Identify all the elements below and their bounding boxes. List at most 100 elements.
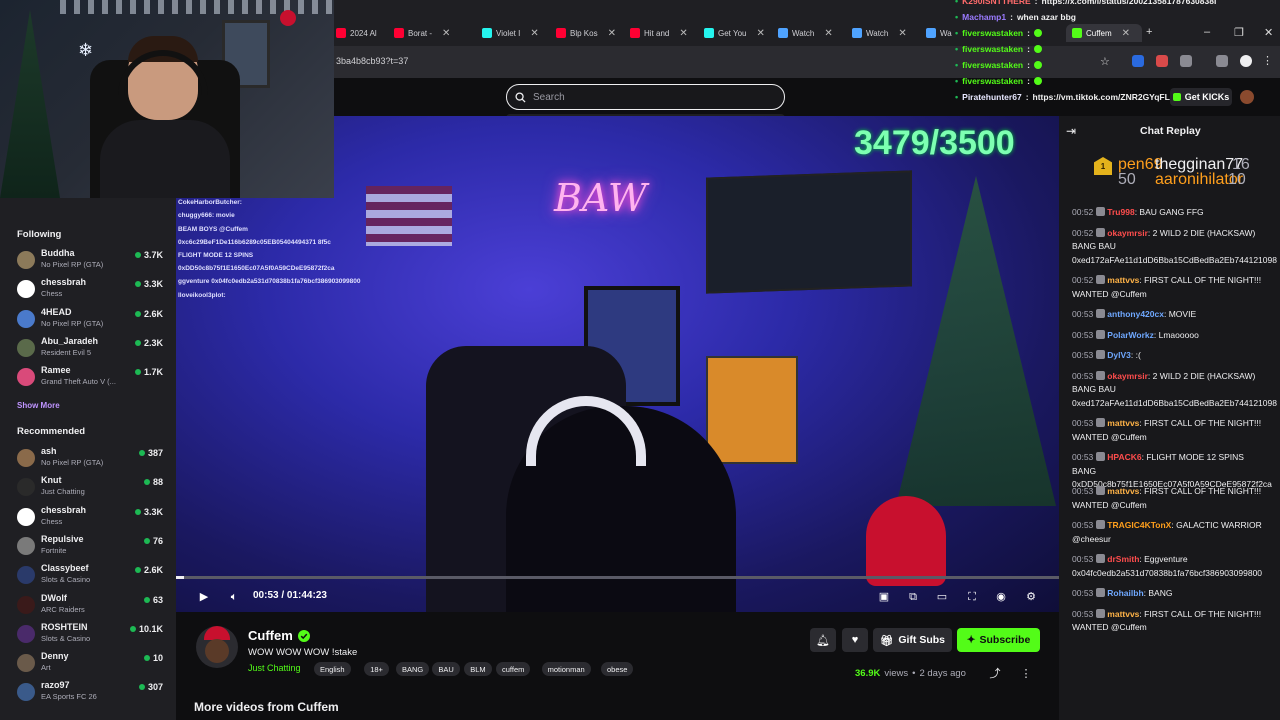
stream-tag[interactable]: BANG: [396, 662, 430, 676]
youtube-icon: [394, 28, 404, 38]
viewer-count: 387: [138, 448, 163, 458]
emote-icon: [1033, 61, 1042, 69]
close-tab-icon[interactable]: ✕: [608, 28, 616, 39]
bullet-icon: •: [955, 12, 959, 22]
channel-name: DWolf: [41, 592, 67, 603]
sidebar-channel[interactable]: Ramee Grand Theft Auto V (... 1.7K: [17, 365, 167, 393]
overlay-chat-line: • Machamp1: when azar bbg: [955, 12, 1076, 22]
view-count: 36.9K views • 2 days ago: [855, 668, 966, 679]
user-avatar[interactable]: [1240, 90, 1254, 104]
sidebar-channel[interactable]: DWolf ARC Raiders 63: [17, 593, 167, 621]
emote-icon: [1033, 45, 1042, 53]
close-tab-icon[interactable]: ✕: [442, 28, 450, 39]
pip-icon[interactable]: ▣: [878, 591, 890, 603]
clip-icon[interactable]: ⧉: [907, 591, 919, 603]
channel-avatar: [17, 566, 35, 585]
stream-tag[interactable]: cuffem: [496, 662, 531, 676]
sidebar-channel[interactable]: ROSHTEIN Slots & Casino 10.1K: [17, 622, 167, 650]
gift-subs-button[interactable]: 🎁︎ Gift Subs: [873, 628, 952, 652]
chat-username[interactable]: DylV3: [1107, 350, 1131, 360]
chat-username[interactable]: Rohailbh: [1107, 588, 1143, 598]
browser-tab-4[interactable]: Blp Kos ✕: [556, 24, 626, 42]
stream-tag[interactable]: motionman: [541, 662, 591, 676]
chat-username[interactable]: TRAGIC4KTonX: [1107, 520, 1171, 530]
chat-username[interactable]: PolarWorkz: [1107, 330, 1154, 340]
subscribe-button[interactable]: ✦ Subscribe: [957, 628, 1040, 652]
progress-bar[interactable]: [176, 576, 1059, 579]
stream-tag[interactable]: 18+: [364, 662, 389, 676]
theater-mode-icon[interactable]: ▭: [936, 591, 948, 603]
chat-username[interactable]: mattvvs: [1107, 418, 1139, 428]
poster-decoration: [706, 356, 798, 464]
browser-tab-8[interactable]: Watch ✕: [852, 24, 922, 42]
notification-bell-button[interactable]: 🔔︎: [810, 628, 836, 652]
chat-message: 00:53 mattvvs: FIRST CALL OF THE NIGHT!!!…: [1072, 608, 1262, 632]
overlay-username: fiverswastaken: [962, 44, 1024, 54]
sidebar-channel[interactable]: Buddha No Pixel RP (GTA) 3.7K: [17, 248, 167, 276]
channel-name: chessbrah: [41, 277, 87, 288]
chat-username[interactable]: Tru998: [1107, 207, 1134, 217]
chat-username[interactable]: HPACK6: [1107, 452, 1141, 462]
gift-count: 50: [1118, 171, 1136, 188]
close-tab-icon[interactable]: ✕: [756, 28, 764, 39]
sidebar-channel[interactable]: Knut Just Chatting 88: [17, 475, 167, 503]
close-tab-icon[interactable]: ✕: [530, 28, 538, 39]
sub-badge-icon: [1096, 350, 1106, 359]
viewer-count: 88: [143, 477, 163, 487]
live-dot-icon: [143, 479, 150, 486]
stream-tag[interactable]: English: [314, 662, 351, 676]
channel-name[interactable]: Cuffem: [248, 628, 310, 643]
sidebar-channel[interactable]: ash No Pixel RP (GTA) 387: [17, 446, 167, 474]
sidebar-channel[interactable]: razo97 EA Sports FC 26 307: [17, 680, 167, 708]
stream-tag[interactable]: obese: [601, 662, 634, 676]
tiktok-icon: [482, 28, 492, 38]
sidebar-channel[interactable]: Abu_Jaradeh Resident Evil 5 2.3K: [17, 336, 167, 364]
chat-username[interactable]: anthony420cx: [1107, 309, 1164, 319]
url-text[interactable]: 3ba4b8cb93?t=37: [336, 56, 408, 66]
chat-username[interactable]: okaymrsir: [1107, 371, 1148, 381]
channel-avatar[interactable]: [196, 626, 238, 668]
channel-avatar: [17, 654, 35, 673]
chat-username[interactable]: mattvvs: [1107, 275, 1139, 285]
sidebar-channel[interactable]: Denny Art 10: [17, 651, 167, 679]
follow-heart-button[interactable]: ♥: [842, 628, 868, 652]
get-kicks-button[interactable]: Get KICKs: [1170, 88, 1232, 106]
sidebar-channel[interactable]: Classybeef Slots & Casino 2.6K: [17, 563, 167, 591]
show-more-link[interactable]: Show More: [17, 401, 60, 410]
collapse-chat-icon[interactable]: ⇥: [1066, 124, 1076, 138]
more-options-icon[interactable]: ⋮: [1020, 668, 1032, 680]
close-tab-icon[interactable]: ✕: [824, 28, 832, 39]
close-tab-icon[interactable]: ✕: [679, 28, 687, 39]
chat-username[interactable]: mattvvs: [1107, 486, 1139, 496]
fullscreen-icon[interactable]: ⛶: [966, 591, 978, 603]
browser-tab-2[interactable]: Borat - ✕: [394, 24, 474, 42]
sidebar-channel[interactable]: chessbrah Chess 3.3K: [17, 505, 167, 533]
channel-name: razo97: [41, 680, 70, 691]
chat-message: 00:53 Rohailbh: BANG: [1072, 588, 1173, 598]
close-tab-icon[interactable]: ✕: [898, 28, 906, 39]
chat-username[interactable]: drSmith: [1107, 554, 1139, 564]
search-box[interactable]: Search: [506, 84, 785, 110]
volume-icon[interactable]: 🔈︎: [228, 591, 240, 603]
category-link[interactable]: Just Chatting: [248, 663, 301, 673]
browser-tab-5[interactable]: Hit and ✕: [630, 24, 700, 42]
sidebar-channel[interactable]: chessbrah Chess 3.3K: [17, 277, 167, 305]
channel-name: Knut: [41, 475, 62, 486]
overlay-message: https://vm.tiktok.com/ZNR2GYqFL/: [1032, 92, 1173, 102]
quality-icon[interactable]: ◉: [995, 591, 1007, 603]
stream-tag[interactable]: BAU: [432, 662, 460, 676]
chat-username[interactable]: okaymrsir: [1107, 228, 1148, 238]
overlay-username: fiverswastaken: [962, 60, 1024, 70]
browser-tab-1[interactable]: 2024 Al: [336, 24, 388, 42]
play-icon[interactable]: ▶: [198, 591, 210, 603]
browser-tab-6[interactable]: Get You ✕: [704, 24, 774, 42]
sidebar-channel[interactable]: Repulsive Fortnite 76: [17, 534, 167, 562]
chat-username[interactable]: mattvvs: [1107, 609, 1139, 619]
stream-tag[interactable]: BLM: [464, 662, 492, 676]
settings-gear-icon[interactable]: ⚙: [1025, 591, 1037, 603]
sidebar-channel[interactable]: 4HEAD No Pixel RP (GTA) 2.6K: [17, 307, 167, 335]
santa-hat: [204, 626, 230, 640]
browser-tab-3[interactable]: Violet I ✕: [482, 24, 542, 42]
share-icon[interactable]: ⤴: [989, 668, 1001, 680]
browser-tab-7[interactable]: Watch ✕: [778, 24, 848, 42]
